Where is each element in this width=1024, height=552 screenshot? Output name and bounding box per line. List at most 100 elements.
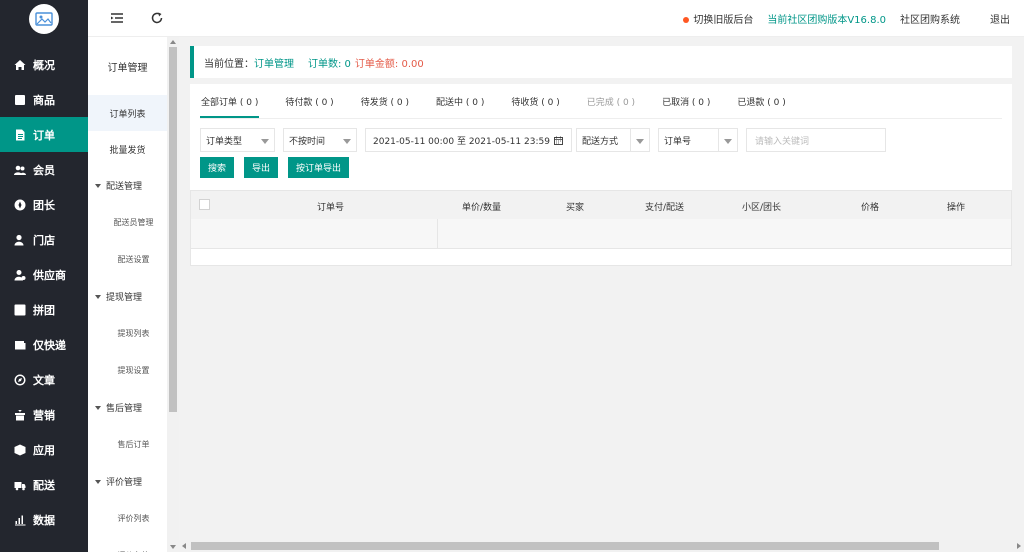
time-mode-select[interactable]: 不按时间 — [283, 128, 357, 152]
export-button[interactable]: 导出 — [244, 157, 279, 178]
refresh-icon[interactable] — [150, 11, 164, 25]
sidebar-item[interactable]: 拼团 — [0, 292, 88, 327]
sidebar-item-label: 商品 — [33, 93, 55, 107]
main-content: 当前位置： 订单管理 订单数: 0 订单金额: 0.00 全部订单 ( 0 ) 待… — [190, 46, 1012, 266]
select-all-checkbox[interactable] — [199, 199, 210, 210]
subnav-child-item[interactable]: 配送设置 — [88, 241, 167, 278]
subnav-group-label: 提现管理 — [106, 293, 143, 303]
logo-area — [0, 0, 88, 38]
sidebar-item-label: 配送 — [33, 478, 55, 492]
delivery-select[interactable]: 配送方式 — [576, 128, 650, 152]
scroll-right-icon[interactable] — [1017, 543, 1021, 549]
sidebar-nav: 概况商品订单 会员 团长 门店供应商拼团仅快递文章营销应用配送数据 — [0, 47, 88, 537]
table-column-header: 买家 — [566, 203, 585, 213]
logo[interactable] — [29, 4, 59, 34]
scroll-down-icon[interactable] — [170, 545, 176, 549]
sidebar-item-label: 营销 — [33, 408, 55, 422]
subnav-child-item[interactable]: 售后订单 — [88, 426, 167, 463]
date-range-input[interactable]: 2021-05-11 00:00 至 2021-05-11 23:59 — [365, 128, 572, 152]
subnav-item[interactable]: 批量发货 — [88, 131, 167, 167]
compass-icon — [14, 199, 26, 211]
sidebar-item-label: 仅快递 — [33, 338, 66, 352]
subnav-child-item[interactable]: 提现设置 — [88, 352, 167, 389]
image-placeholder-icon — [35, 12, 53, 26]
sidebar-item[interactable]: 商品 — [0, 82, 88, 117]
sidebar-item[interactable]: 会员 — [0, 152, 88, 187]
order-count: 订单数: 0 — [308, 58, 351, 70]
sidebar-item[interactable]: 配送 — [0, 467, 88, 502]
sidebar-item[interactable]: 仅快递 — [0, 327, 88, 362]
logout-button[interactable]: 退出 — [990, 11, 1010, 26]
search-field-select[interactable]: 订单号 — [658, 128, 738, 152]
export-by-order-button[interactable]: 按订单导出 — [288, 157, 350, 178]
filter-row: 订单类型 不按时间 2021-05-11 00:00 至 2021-05-11 … — [200, 128, 1002, 152]
users-icon — [14, 164, 26, 176]
subnav-item[interactable]: 订单列表 — [88, 95, 167, 131]
subnav-child-item[interactable]: 提现列表 — [88, 315, 167, 352]
subnav-group[interactable]: 配送管理 — [88, 167, 167, 204]
order-status-tabs: 全部订单 ( 0 ) 待付款 ( 0 ) 待发货 ( 0 ) 配送中 ( 0 ) 待收货… — [200, 84, 1002, 119]
chevron-down-icon — [343, 139, 351, 144]
subnav-body: 订单列表 批量发货 配送管理 配送员管理 配送设置提现管理提现列表 提现设置 售后管理 售后订… — [88, 95, 167, 552]
cell-divider — [437, 219, 438, 249]
truck-icon — [14, 479, 26, 491]
sidebar-item[interactable]: 数据 — [0, 502, 88, 537]
filter-panel: 全部订单 ( 0 ) 待付款 ( 0 ) 待发货 ( 0 ) 配送中 ( 0 ) 待收货… — [190, 84, 1012, 190]
subnav-header: 订单管理 — [107, 62, 148, 74]
menu-collapse-icon[interactable] — [110, 11, 124, 25]
tab-order-status[interactable]: 已取消 ( 0 ) — [661, 95, 711, 118]
sidebar-item-label: 数据 — [33, 513, 55, 527]
subnav-child-item[interactable]: 配送员管理 — [88, 204, 167, 241]
sidebar-item-label: 概况 — [33, 58, 55, 72]
sidebar-item[interactable]: 团长 — [0, 187, 88, 222]
scrollbar-thumb[interactable] — [169, 47, 177, 412]
scroll-left-icon[interactable] — [182, 543, 186, 549]
sidebar-item[interactable]: 营销 — [0, 397, 88, 432]
horizontal-scrollbar-thumb[interactable] — [191, 542, 939, 550]
tab-order-status[interactable]: 已完成 ( 0 ) — [586, 95, 636, 118]
scroll-up-icon[interactable] — [170, 40, 176, 44]
subnav-scrollbar[interactable] — [167, 37, 179, 552]
select-divider — [718, 129, 719, 151]
caret-down-icon — [95, 405, 101, 410]
subnav-group[interactable]: 售后管理 — [88, 389, 167, 426]
subnav-group[interactable]: 评价管理 — [88, 463, 167, 500]
caret-down-icon — [95, 183, 101, 188]
table-column-header: 小区/团长 — [742, 203, 782, 213]
chevron-down-icon — [636, 139, 644, 144]
sidebar-item[interactable]: 概况 — [0, 47, 88, 82]
breadcrumb: 当前位置： 订单管理 订单数: 0 订单金额: 0.00 — [190, 46, 1012, 78]
search-button[interactable]: 搜索 — [200, 157, 235, 178]
tab-order-status[interactable]: 配送中 ( 0 ) — [435, 95, 485, 118]
sidebar-item-label: 供应商 — [33, 268, 66, 282]
sidebar-item[interactable]: 订单 — [0, 117, 88, 152]
subnav-child-item[interactable]: 评价列表 — [88, 500, 167, 537]
sidebar-item[interactable]: 应用 — [0, 432, 88, 467]
tab-order-status[interactable]: 待收货 ( 0 ) — [510, 95, 560, 118]
document-icon — [14, 129, 26, 141]
sidebar-item[interactable]: 文章 — [0, 362, 88, 397]
tab-order-status[interactable]: 待发货 ( 0 ) — [360, 95, 410, 118]
sidebar-item[interactable]: 供应商 — [0, 257, 88, 292]
horizontal-scrollbar[interactable] — [179, 540, 1024, 552]
version-link[interactable]: 当前社区团购版本V16.8.0 — [767, 11, 886, 26]
tab-order-status[interactable]: 已退款 ( 0 ) — [736, 95, 786, 118]
breadcrumb-current[interactable]: 订单管理 — [254, 55, 294, 70]
order-table: 订单号 单价/数量 买家 支付/配送 小区/团长 价格 操作 — [190, 190, 1012, 266]
sidebar-item-label: 拼团 — [33, 303, 55, 317]
switch-old-backend-link[interactable]: 切换旧版后台 — [683, 11, 753, 26]
chevron-down-icon — [261, 139, 269, 144]
home-icon — [14, 59, 26, 71]
table-row — [191, 219, 1011, 249]
keyword-input[interactable]: 请输入关键词 — [746, 128, 886, 152]
table-header: 订单号 单价/数量 买家 支付/配送 小区/团长 价格 操作 — [191, 191, 1011, 219]
order-type-select[interactable]: 订单类型 — [200, 128, 275, 152]
tab-order-status[interactable]: 全部订单 ( 0 ) — [200, 95, 260, 118]
sidebar-item[interactable]: 门店 — [0, 222, 88, 257]
table-column-header: 订单号 — [317, 203, 345, 213]
subnav-child-item[interactable]: 评价有礼 — [88, 537, 167, 552]
tab-order-status[interactable]: 待付款 ( 0 ) — [284, 95, 334, 118]
subnav-group[interactable]: 提现管理 — [88, 278, 167, 315]
sidebar-item-label: 文章 — [33, 373, 55, 387]
system-name[interactable]: 社区团购系统 — [900, 11, 960, 26]
